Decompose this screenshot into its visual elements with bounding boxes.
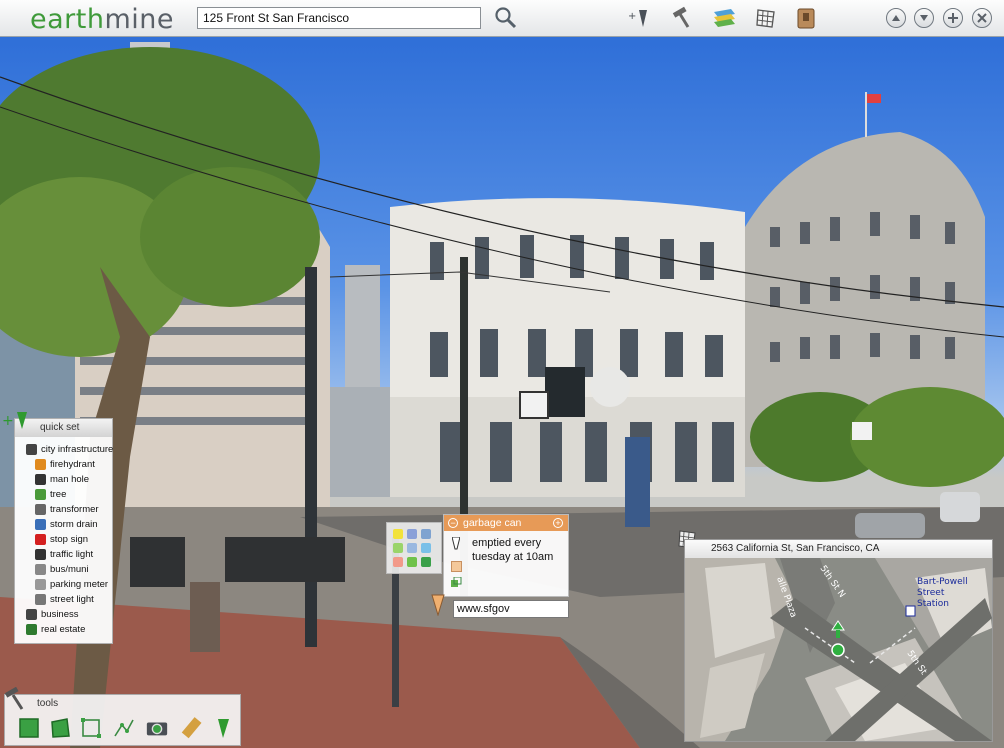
aerial-map[interactable]: alle Plaza 5th St N 5th St Bart-Powell S… — [685, 558, 992, 741]
quick-set-item[interactable]: city infrastructure — [26, 444, 113, 455]
quick-set-item-label: firehydrant — [50, 459, 95, 470]
quick-set-item[interactable]: firehydrant — [35, 459, 95, 470]
building-icon — [26, 444, 37, 455]
quick-set-marker-icon[interactable]: + — [2, 411, 30, 431]
color-swatch[interactable] — [407, 543, 417, 553]
quick-set-item[interactable]: business — [26, 609, 79, 620]
color-swatch[interactable] — [407, 529, 417, 539]
bookmark-icon[interactable] — [793, 5, 819, 31]
color-swatch[interactable] — [421, 557, 431, 567]
quick-set-item-label: transformer — [50, 504, 99, 515]
zoom-in-icon[interactable] — [943, 8, 963, 28]
quick-set-item-label: parking meter — [50, 579, 109, 590]
traffic-light-icon — [35, 549, 46, 560]
quick-set-item[interactable]: storm drain — [35, 519, 98, 530]
rectangle-tool-icon[interactable] — [79, 716, 103, 740]
annotation-pin-icon[interactable] — [431, 594, 445, 619]
real-estate-icon — [26, 624, 37, 635]
app-logo: earthmine — [30, 4, 174, 35]
current-location-marker[interactable] — [831, 643, 845, 657]
camera-tool-icon[interactable] — [145, 716, 169, 740]
street-light-icon — [35, 594, 46, 605]
quick-set-item-label: storm drain — [50, 519, 98, 530]
copy-icon[interactable] — [451, 576, 462, 591]
view-direction-stem — [836, 630, 840, 638]
annotation-note: − garbage can + emptied every tuesday at… — [443, 514, 569, 597]
polygon-tool-icon[interactable] — [17, 716, 41, 740]
move-down-icon[interactable] — [914, 8, 934, 28]
storm-drain-icon — [35, 519, 46, 530]
tools-panel: tools — [4, 694, 241, 746]
station-label-line2: Street — [917, 588, 945, 598]
address-search-input[interactable] — [197, 7, 481, 29]
polyline-tool-icon[interactable] — [112, 716, 136, 740]
color-swatch[interactable] — [393, 529, 403, 539]
quick-set-item-label: tree — [50, 489, 67, 500]
tools-title: tools — [37, 698, 59, 709]
quick-set-item[interactable]: parking meter — [35, 579, 108, 590]
svg-text:+: + — [628, 11, 636, 22]
color-swatch[interactable] — [393, 543, 403, 553]
grid-icon[interactable] — [753, 5, 779, 31]
fire-hydrant-icon — [35, 459, 46, 470]
quick-set-item[interactable]: real estate — [26, 624, 85, 635]
add-marker-icon[interactable]: + — [626, 5, 652, 31]
annotation-url-input[interactable] — [453, 600, 569, 618]
transformer-icon — [35, 504, 46, 515]
quick-set-item[interactable]: traffic light — [35, 549, 93, 560]
parking-meter-icon — [35, 579, 46, 590]
layers-icon[interactable] — [711, 5, 737, 31]
fill-color-icon[interactable] — [451, 561, 462, 572]
quick-set-item-label: traffic light — [50, 549, 94, 560]
marker-tool-icon[interactable] — [211, 716, 235, 740]
ruler-tool-icon[interactable] — [180, 716, 204, 740]
business-icon — [26, 609, 37, 620]
svg-text:+: + — [2, 413, 14, 429]
pin-icon — [451, 536, 461, 556]
quick-set-item[interactable]: man hole — [35, 474, 89, 485]
top-toolbar: earthmine + — [0, 0, 1004, 37]
quick-set-item-label: stop sign — [50, 534, 89, 545]
stop-sign-icon — [35, 534, 46, 545]
quick-set-item[interactable]: street light — [35, 594, 94, 605]
annotation-header: − garbage can + — [444, 515, 568, 531]
close-icon[interactable] — [972, 8, 992, 28]
annotation-title: garbage can — [463, 517, 522, 529]
transit-icon — [905, 605, 916, 617]
logo-part-earth: earth — [30, 4, 105, 35]
expand-icon[interactable]: + — [553, 518, 563, 528]
color-swatch[interactable] — [421, 543, 431, 553]
logo-part-mine: mine — [104, 4, 174, 35]
station-label-line3: Station — [917, 599, 949, 609]
tree-icon — [35, 489, 46, 500]
quick-set-item-label: man hole — [50, 474, 90, 485]
tools-hammer-icon — [3, 686, 27, 711]
hammer-icon[interactable] — [668, 5, 694, 31]
annotation-text[interactable]: emptied every tuesday at 10am — [472, 536, 566, 564]
quick-set-panel: quick set city infrastructure firehydrant… — [14, 418, 113, 644]
quick-set-item-label: city infrastructure — [41, 444, 114, 455]
color-palette — [386, 522, 442, 574]
search-icon[interactable] — [493, 5, 519, 31]
minimap-panel: 2563 California St, San Francisco, CA al… — [684, 539, 993, 742]
quick-set-item[interactable]: bus/muni — [35, 564, 89, 575]
quick-set-item-label: real estate — [41, 624, 86, 635]
quick-set-item-label: business — [41, 609, 79, 620]
collapse-icon[interactable]: − — [448, 518, 458, 528]
quick-set-item[interactable]: tree — [35, 489, 66, 500]
color-swatch[interactable] — [421, 529, 431, 539]
quick-set-item[interactable]: transformer — [35, 504, 99, 515]
station-label-line1: Bart-Powell — [917, 577, 968, 587]
minimap-address: 2563 California St, San Francisco, CA — [685, 540, 992, 558]
color-swatch[interactable] — [407, 557, 417, 567]
bus-icon — [35, 564, 46, 575]
manhole-icon — [35, 474, 46, 485]
quick-set-item-label: street light — [50, 594, 94, 605]
color-swatch[interactable] — [393, 557, 403, 567]
move-up-icon[interactable] — [886, 8, 906, 28]
polygon-fill-tool-icon[interactable] — [48, 716, 72, 740]
quick-set-item[interactable]: stop sign — [35, 534, 88, 545]
quick-set-item-label: bus/muni — [50, 564, 89, 575]
